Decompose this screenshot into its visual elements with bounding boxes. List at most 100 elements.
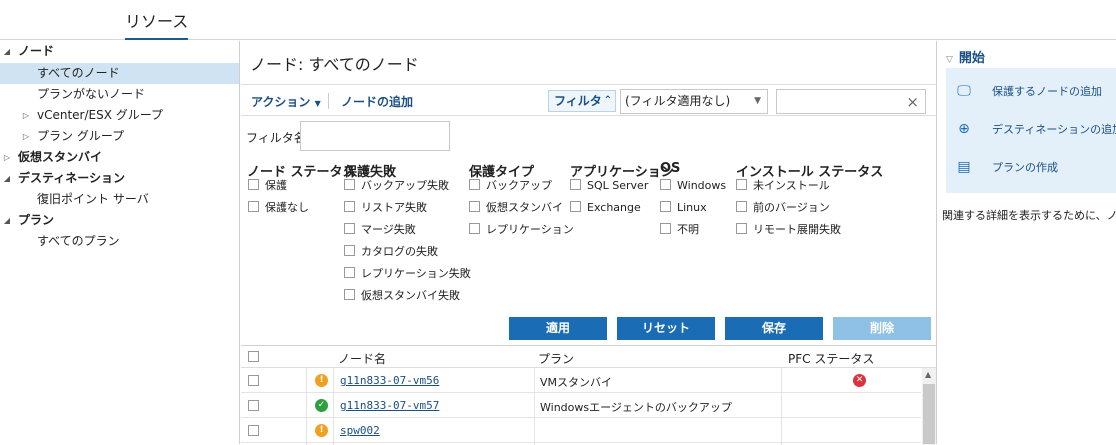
column-header-node-name[interactable]: ノード名 xyxy=(338,350,386,367)
table-row[interactable]: ! spw002 xyxy=(241,419,921,443)
table-row[interactable]: ! g11n833-07-vm56 VMスタンバイ ✕ xyxy=(241,369,921,393)
getting-started-panel: ▽ 開始 🖵 保護するノードの追加 ⊕ デスティネーションの追加 ▤ プランの作成 関連… xyxy=(938,41,1116,444)
tree-item-plans[interactable]: ◢ プラン xyxy=(0,210,239,231)
filter-checkbox[interactable]: リモート展開失敗 xyxy=(736,222,841,238)
row-checkbox[interactable] xyxy=(248,425,259,436)
filter-checkbox[interactable]: 保護なし xyxy=(248,200,309,216)
nodes-table: ノード名 プラン PFC ステータス ! g11n833-07-vm56 VMス… xyxy=(241,345,937,445)
collapsed-arrow-icon[interactable]: ▷ xyxy=(21,126,31,147)
expanded-arrow-icon[interactable]: ◢ xyxy=(2,168,12,189)
checkbox[interactable] xyxy=(248,201,259,212)
checkbox[interactable] xyxy=(344,201,355,212)
filter-checkbox[interactable]: 仮想スタンバイ xyxy=(469,200,563,216)
quick-action-label: デスティネーションの追加 xyxy=(992,123,1116,136)
tree-item-all-plans[interactable]: すべてのプラン xyxy=(0,231,239,252)
checkbox[interactable] xyxy=(660,201,671,212)
expanded-arrow-icon[interactable]: ◢ xyxy=(2,41,12,62)
resource-tree: ◢ ノード すべてのノード プランがないノード ▷ vCenter/ESX グル… xyxy=(0,41,240,444)
checkbox[interactable] xyxy=(344,289,355,300)
filter-select[interactable]: (フィルタ適用なし) ▼ xyxy=(620,89,768,114)
tree-item-label: プラン xyxy=(18,213,55,227)
filter-checkbox[interactable]: 未インストール xyxy=(736,178,830,194)
collapsed-arrow-icon[interactable]: ▷ xyxy=(21,105,31,126)
filter-checkbox[interactable]: SQL Server xyxy=(570,178,648,194)
checkbox[interactable] xyxy=(736,223,747,234)
checkbox[interactable] xyxy=(248,179,259,190)
add-destination-link[interactable]: ⊕ デスティネーションの追加 xyxy=(956,120,1116,138)
collapsed-arrow-icon[interactable]: ▷ xyxy=(2,147,12,168)
add-node-button[interactable]: ノードの追加 xyxy=(341,93,413,110)
filter-name-input[interactable] xyxy=(300,121,450,151)
getting-started-header[interactable]: ▽ 開始 xyxy=(946,47,985,66)
checkbox[interactable] xyxy=(736,201,747,212)
node-name-link[interactable]: g11n833-07-vm56 xyxy=(340,374,439,387)
column-header-plan[interactable]: プラン xyxy=(538,350,574,367)
node-name-link[interactable]: spw002 xyxy=(340,424,380,437)
checkbox[interactable] xyxy=(660,179,671,190)
tree-item-destination[interactable]: ◢ デスティネーション xyxy=(0,168,239,189)
row-checkbox[interactable] xyxy=(248,375,259,386)
tree-item-label: vCenter/ESX グループ xyxy=(37,108,164,122)
checkbox[interactable] xyxy=(570,201,581,212)
expanded-arrow-icon[interactable]: ◢ xyxy=(2,210,12,231)
checkbox[interactable] xyxy=(469,179,480,190)
select-all-checkbox[interactable] xyxy=(248,351,259,362)
filter-checkbox[interactable]: 保護 xyxy=(248,178,287,194)
panel-title: ノード: すべてのノード xyxy=(250,55,419,74)
reset-button[interactable]: リセット xyxy=(617,317,715,340)
filter-checkbox[interactable]: Windows xyxy=(660,178,726,194)
tree-item-label: 仮想スタンバイ xyxy=(18,150,103,164)
vertical-scrollbar[interactable]: ▲ xyxy=(922,368,936,445)
tree-item-label: すべてのノード xyxy=(37,66,120,80)
tree-item-nodes[interactable]: ◢ ノード xyxy=(0,41,239,62)
tree-item-nodes-without-plan[interactable]: プランがないノード xyxy=(0,84,239,105)
table-row[interactable]: ✓ g11n833-07-vm57 Windowsエージェントのバックアップ xyxy=(241,394,921,418)
checkbox[interactable] xyxy=(660,223,671,234)
delete-button: 削除 xyxy=(833,317,931,340)
target-icon: ⊕ xyxy=(958,121,970,137)
search-input[interactable]: × xyxy=(776,89,926,114)
filter-checkbox[interactable]: 不明 xyxy=(660,222,699,238)
node-name-link[interactable]: g11n833-07-vm57 xyxy=(340,399,439,412)
checkbox[interactable] xyxy=(344,223,355,234)
filter-checkbox[interactable]: レプリケーション失敗 xyxy=(344,266,471,282)
filter-checkbox[interactable]: カタログの失敗 xyxy=(344,244,438,260)
filter-toggle-button[interactable]: フィルタ ⌃ xyxy=(548,90,616,112)
clear-icon[interactable]: × xyxy=(906,93,919,111)
filter-checkbox[interactable]: バックアップ失敗 xyxy=(344,178,449,194)
save-button[interactable]: 保存 xyxy=(725,317,823,340)
filter-checkbox[interactable]: Exchange xyxy=(570,200,641,216)
filter-checkbox[interactable]: バックアップ xyxy=(469,178,552,194)
column-header-pfc-status[interactable]: PFC ステータス xyxy=(788,350,874,367)
tree-item-vcenter-esx-group[interactable]: ▷ vCenter/ESX グループ xyxy=(0,105,239,126)
filter-checkbox[interactable]: 仮想スタンバイ失敗 xyxy=(344,288,460,304)
tree-item-virtual-standby[interactable]: ▷ 仮想スタンバイ xyxy=(0,147,239,168)
tree-item-plan-group[interactable]: ▷ プラン グループ xyxy=(0,126,239,147)
filter-checkbox[interactable]: マージ失敗 xyxy=(344,222,416,238)
scrollbar-thumb[interactable] xyxy=(923,384,935,444)
filter-checkbox[interactable]: リストア失敗 xyxy=(344,200,427,216)
tree-item-label: プラン グループ xyxy=(37,129,125,143)
checkbox[interactable] xyxy=(469,201,480,212)
filter-checkbox[interactable]: レプリケーション xyxy=(469,222,574,238)
checkbox[interactable] xyxy=(570,179,581,190)
checkbox[interactable] xyxy=(469,223,480,234)
checkbox[interactable] xyxy=(344,245,355,256)
filter-checkbox[interactable]: 前のバージョン xyxy=(736,200,830,216)
checkbox[interactable] xyxy=(736,179,747,190)
tree-item-recovery-point-server[interactable]: 復旧ポイント サーバ xyxy=(0,189,239,210)
plan-cell: Windowsエージェントのバックアップ xyxy=(540,401,732,414)
scroll-up-icon[interactable]: ▲ xyxy=(925,370,931,379)
tree-item-all-nodes[interactable]: すべてのノード xyxy=(0,63,239,84)
checkbox[interactable] xyxy=(344,179,355,190)
create-plan-link[interactable]: ▤ プランの作成 xyxy=(956,158,1058,176)
row-checkbox[interactable] xyxy=(248,400,259,411)
action-menu-button[interactable]: アクション ▼ xyxy=(251,93,321,110)
add-protected-node-link[interactable]: 🖵 保護するノードの追加 xyxy=(956,82,1102,100)
collapse-triangle-icon[interactable]: ▽ xyxy=(946,55,953,65)
checkbox-label: マージ失敗 xyxy=(361,223,416,236)
apply-button[interactable]: 適用 xyxy=(509,317,607,340)
checkbox[interactable] xyxy=(344,267,355,278)
page-title[interactable]: リソース xyxy=(125,8,189,40)
filter-checkbox[interactable]: Linux xyxy=(660,200,707,216)
